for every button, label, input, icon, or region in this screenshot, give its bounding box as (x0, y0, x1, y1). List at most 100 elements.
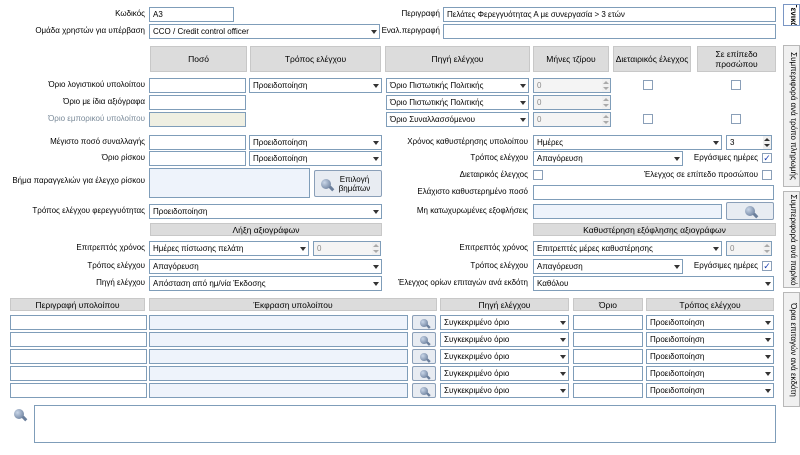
balance-description-field[interactable] (10, 383, 147, 398)
balance-limit-field[interactable] (573, 366, 643, 381)
person-level-checkbox[interactable] (731, 114, 741, 124)
code-field[interactable]: A3 (149, 7, 234, 22)
chevron-down-icon (520, 84, 526, 88)
alt-description-field[interactable] (443, 24, 776, 39)
multi-company-checkbox[interactable] (643, 80, 653, 90)
solvency-method-select[interactable]: Προειδοποίηση (149, 204, 382, 219)
spinner-icon[interactable] (602, 78, 611, 93)
balance-limit-field[interactable] (573, 332, 643, 347)
tab-document-behavior[interactable]: Συμπεριφορά ανά παρ/κό (783, 191, 800, 288)
limit-amount-field[interactable] (149, 112, 246, 127)
overdue-person-checkbox[interactable] (762, 170, 772, 180)
balance-description-field[interactable] (10, 349, 147, 364)
expiry-method-select[interactable]: Απαγόρευση (149, 259, 382, 274)
balance-method-value: Προειδοποίηση (650, 352, 705, 361)
tab-issuer-limits[interactable]: Όρια επιταγών ανά εκδότη (783, 292, 800, 407)
balance-source-select[interactable]: Συγκεκριμένο όριο (440, 315, 569, 330)
expression-editor-button[interactable] (412, 332, 436, 347)
tab-general[interactable]: Γενικά (783, 4, 800, 26)
issuer-limits-select[interactable]: Καθόλου (533, 276, 774, 291)
expression-editor-button[interactable] (412, 349, 436, 364)
uncredited-settings-button[interactable] (726, 202, 774, 220)
delay-method-select[interactable]: Απαγόρευση (533, 259, 683, 274)
tab-payment-behavior[interactable]: Συμπεριφορά ανά τρόπο πληρωμής (783, 45, 800, 187)
max-transaction-method-select[interactable]: Προειδοποίηση (249, 135, 382, 150)
expiry-source-label: Πηγή ελέγχου (96, 278, 145, 287)
balance-method-select[interactable]: Προειδοποίηση (646, 383, 774, 398)
turnover-months-field[interactable]: 0 (533, 112, 603, 127)
limit-method-select[interactable]: Προειδοποίηση (249, 78, 382, 93)
expiry-source-select[interactable]: Απόσταση από ημ/νία Έκδοσης (149, 276, 382, 291)
chevron-down-icon (765, 389, 771, 393)
balance-description-field[interactable] (10, 315, 147, 330)
min-overdue-field[interactable] (533, 185, 774, 200)
delay-time-select[interactable]: Επιτρεπτές μέρες καθυστέρησης (533, 241, 722, 256)
spinner-icon[interactable] (763, 241, 772, 256)
balance-limit-field[interactable] (573, 383, 643, 398)
expiry-days-field[interactable]: 0 (313, 241, 373, 256)
balance-limit-field[interactable] (573, 315, 643, 330)
risk-steps-field[interactable] (149, 168, 310, 198)
balance-source-select[interactable]: Συγκεκριμένο όριο (440, 383, 569, 398)
overdue-multi-checkbox[interactable] (533, 170, 543, 180)
settings-icon (420, 335, 428, 344)
balance-method-select[interactable]: Προειδοποίηση (646, 349, 774, 364)
expression-editor-button[interactable] (412, 366, 436, 381)
risk-method-select[interactable]: Προειδοποίηση (249, 151, 382, 166)
select-steps-button[interactable]: Επιλογή βημάτων (314, 170, 382, 197)
overdue-days-field[interactable]: 3 (726, 135, 764, 150)
spinner-icon[interactable] (602, 95, 611, 110)
limit-amount-field[interactable] (149, 78, 246, 93)
chevron-down-icon (560, 372, 566, 376)
balance-expression-field[interactable] (149, 332, 408, 347)
overdue-time-select[interactable]: Ημέρες (533, 135, 722, 150)
overdue-method-select[interactable]: Απαγόρευση (533, 151, 683, 166)
user-group-select[interactable]: CCO / Credit control officer (149, 24, 380, 39)
settings-icon (320, 178, 331, 189)
balance-method-select[interactable]: Προειδοποίηση (646, 366, 774, 381)
balance-limit-field[interactable] (573, 349, 643, 364)
risk-limit-field[interactable] (149, 151, 246, 166)
balance-method-select[interactable]: Προειδοποίηση (646, 315, 774, 330)
turnover-months-field[interactable]: 0 (533, 78, 603, 93)
expression-editor-button[interactable] (412, 383, 436, 398)
balance-source-select[interactable]: Συγκεκριμένο όριο (440, 349, 569, 364)
max-transaction-field[interactable] (149, 135, 246, 150)
balance-expression-field[interactable] (149, 349, 408, 364)
delay-workdays-checkbox[interactable]: ✓ (762, 261, 772, 271)
balance-source-value: Συγκεκριμένο όριο (444, 335, 510, 344)
balance-description-field[interactable] (10, 332, 147, 347)
balance-source-select[interactable]: Συγκεκριμένο όριο (440, 332, 569, 347)
description-field[interactable]: Πελάτες Φερεγγυότητας Α με συνεργασία > … (443, 7, 776, 22)
uncredited-field[interactable] (533, 204, 722, 219)
expiry-time-select[interactable]: Ημέρες πίστωσης πελάτη (149, 241, 309, 256)
balance-expression-field[interactable] (149, 383, 408, 398)
delay-days-field[interactable]: 0 (726, 241, 764, 256)
workdays-checkbox[interactable]: ✓ (762, 153, 772, 163)
uncredited-label: Μη κατωχυρωμένες εξοφλήσεις (416, 206, 528, 215)
balance-source-select[interactable]: Συγκεκριμένο όριο (440, 366, 569, 381)
balance-expression-field[interactable] (149, 315, 408, 330)
balance-method-value: Προειδοποίηση (650, 318, 705, 327)
spinner-icon[interactable] (763, 135, 772, 150)
limit-amount-field[interactable] (149, 95, 246, 110)
balance-method-select[interactable]: Προειδοποίηση (646, 332, 774, 347)
limit-source-select[interactable]: Όριο Πιστωτικής Πολιτικής (386, 78, 529, 93)
notes-field[interactable] (34, 405, 776, 443)
limit-source-select[interactable]: Όριο Συναλλασσόμενου (386, 112, 529, 127)
expression-editor-button[interactable] (412, 315, 436, 330)
settings-icon[interactable] (14, 409, 24, 419)
issuer-limits-value: Καθόλου (537, 279, 569, 288)
balance-expression-field[interactable] (149, 366, 408, 381)
limit-source-select[interactable]: Όριο Πιστωτικής Πολιτικής (386, 95, 529, 110)
multi-company-checkbox[interactable] (643, 114, 653, 124)
person-level-checkbox[interactable] (731, 80, 741, 90)
limit-source-value: Όριο Συναλλασσόμενου (390, 115, 475, 124)
spinner-icon[interactable] (602, 112, 611, 127)
balance-description-field[interactable] (10, 366, 147, 381)
turnover-months-field[interactable]: 0 (533, 95, 603, 110)
chevron-down-icon (373, 282, 379, 286)
delay-time-label: Επιτρεπτός χρόνος (459, 243, 528, 252)
delay-section-title: Καθυστέρηση εξόφλησης αξιογράφων (533, 223, 776, 236)
chevron-down-icon (560, 355, 566, 359)
